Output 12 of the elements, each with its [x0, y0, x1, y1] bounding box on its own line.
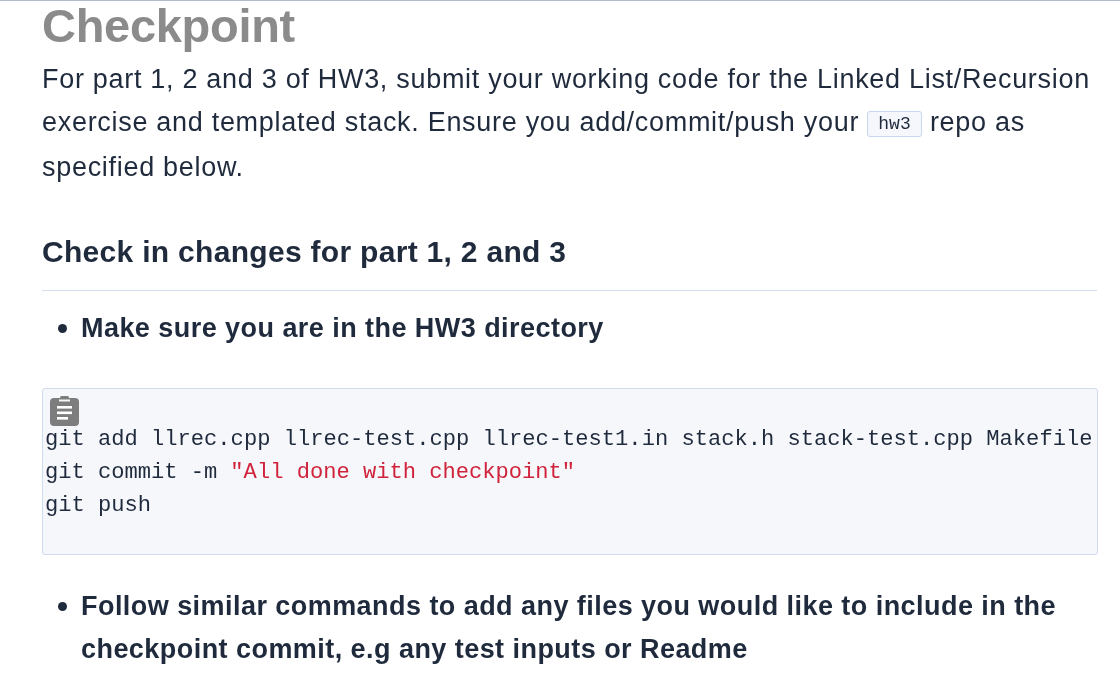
bullet-icon [58, 324, 67, 333]
bullet-text: Make sure you are in the HW3 directory [81, 312, 605, 345]
string-literal: "All done with checkpoint" [230, 459, 576, 487]
inline-code: hw3 [867, 111, 922, 137]
code-text: git add llrec.cpp llrec-test.cpp llrec-test1.in stack.h stack-test.cpp Makefile [45, 426, 1093, 454]
bullet-text: Follow similar commands to add any files you would like to include in the checkpoint commit, e.g any test inputs or Readme [81, 590, 1057, 666]
code-text: git commit -m [45, 459, 218, 487]
clipboard-icon[interactable] [50, 396, 79, 426]
bullet-icon [58, 602, 67, 611]
code-text: git push [45, 492, 152, 520]
section-heading: Check in changes for part 1, 2 and 3 [42, 234, 567, 270]
page-title: Checkpoint [42, 1, 296, 51]
